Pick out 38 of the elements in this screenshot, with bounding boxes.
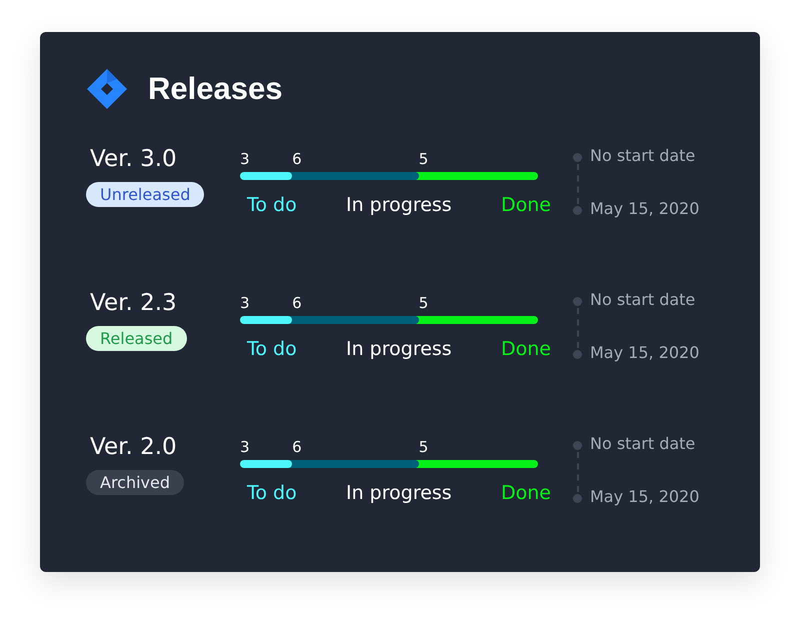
status-label: To do <box>247 338 297 360</box>
status-label: To do <box>247 482 297 504</box>
task-count: 5 <box>418 294 428 312</box>
status-label: Done <box>500 338 551 360</box>
task-count: 5 <box>418 438 428 456</box>
status-badge: Released <box>86 326 187 351</box>
task-count: 6 <box>292 438 302 456</box>
card-title: Releases <box>148 71 282 107</box>
release-date: May 15, 2020 <box>590 199 700 218</box>
timeline-dot <box>573 441 582 450</box>
status-label: Done <box>500 194 551 216</box>
version-title: Ver. 3.0 <box>90 146 177 172</box>
status-label: Done <box>500 482 551 504</box>
release-date: May 15, 2020 <box>590 343 700 362</box>
timeline-dot <box>573 153 582 162</box>
timeline-dot <box>573 297 582 306</box>
version-title: Ver. 2.0 <box>90 434 177 460</box>
task-count: 3 <box>240 294 250 312</box>
start-date: No start date <box>590 434 696 453</box>
status-badge: Unreleased <box>86 182 204 207</box>
timeline-dot <box>573 350 582 359</box>
status-label: In progress <box>346 194 452 216</box>
release-date: May 15, 2020 <box>590 487 700 506</box>
status-label: To do <box>247 194 297 216</box>
start-date: No start date <box>590 290 696 309</box>
task-count: 3 <box>240 438 250 456</box>
task-count: 5 <box>418 150 428 168</box>
timeline-dot <box>573 206 582 215</box>
status-label: In progress <box>346 482 452 504</box>
task-count: 6 <box>292 294 302 312</box>
status-badge: Archived <box>86 470 184 495</box>
version-title: Ver. 2.3 <box>90 290 177 316</box>
task-count: 6 <box>292 150 302 168</box>
timeline-dot <box>573 494 582 503</box>
task-count: 3 <box>240 150 250 168</box>
logo-icon <box>86 68 128 110</box>
start-date: No start date <box>590 146 696 165</box>
status-label: In progress <box>346 338 452 360</box>
